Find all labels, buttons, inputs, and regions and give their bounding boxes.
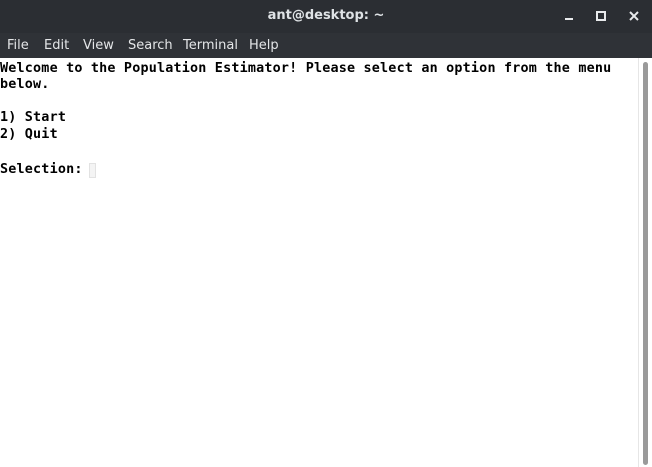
terminal-output[interactable]: Welcome to the Population Estimator! Ple… [0,58,638,467]
menu-option-start: 1) Start [0,110,67,125]
menu-terminal[interactable]: Terminal [183,38,238,54]
welcome-line: Welcome to the Population Estimator! Ple… [0,61,612,76]
menu-option-quit: 2) Quit [0,127,58,142]
selection-prompt: Selection: [0,162,91,177]
title-bar[interactable]: ant@desktop: ~ [0,0,652,33]
maximize-icon [596,11,606,21]
menu-view[interactable]: View [83,38,114,54]
window-title: ant@desktop: ~ [267,8,385,23]
menu-file[interactable]: File [7,38,29,54]
minimize-button[interactable] [558,6,580,26]
menu-help[interactable]: Help [249,38,279,54]
minimize-icon [565,18,573,20]
menu-search[interactable]: Search [128,38,173,54]
text-cursor [89,163,96,178]
vertical-scrollbar[interactable] [638,58,652,467]
close-button[interactable] [623,6,645,26]
close-icon [629,11,639,21]
maximize-button[interactable] [590,6,612,26]
terminal-window: ant@desktop: ~ File Edit View Search Ter… [0,0,652,467]
menu-bar: File Edit View Search Terminal Help [0,33,652,58]
scrollbar-thumb[interactable] [643,62,648,465]
menu-edit[interactable]: Edit [44,38,69,54]
welcome-line-continued: below. [0,77,50,92]
